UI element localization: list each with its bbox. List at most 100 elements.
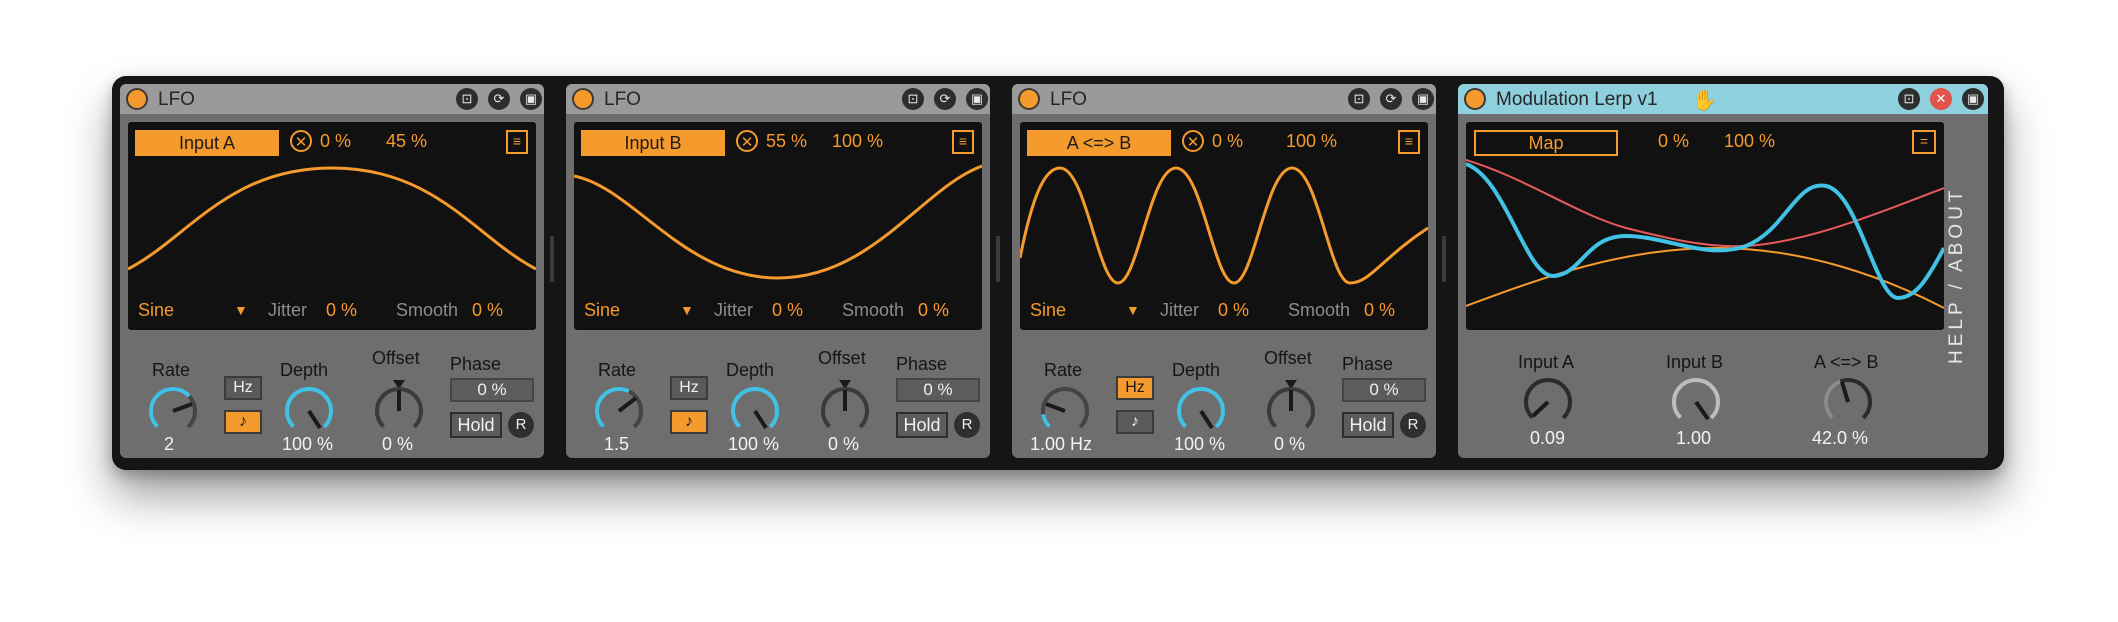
hotswap-icon[interactable]: ⟳ bbox=[934, 88, 956, 110]
jitter-label: Jitter bbox=[268, 300, 308, 320]
sync-note-button[interactable]: ♪ bbox=[670, 410, 708, 434]
hotswap-icon[interactable]: ⟳ bbox=[488, 88, 510, 110]
input-a-knob[interactable] bbox=[1520, 374, 1576, 430]
device-titlebar[interactable]: LFO ⊡ ⟳ ▣ bbox=[566, 84, 990, 114]
device-titlebar[interactable]: Modulation Lerp v1 ✋ ⊡ ✕ ▣ bbox=[1458, 84, 1988, 114]
lfo-display: Input A ✕ 0 % 45 % ≡ Sine ▼ Jitter 0 % S… bbox=[128, 122, 536, 330]
save-icon[interactable]: ▣ bbox=[520, 88, 542, 110]
depth-knob[interactable] bbox=[728, 384, 782, 438]
range-max[interactable]: 100 % bbox=[1724, 131, 1775, 152]
depth-knob[interactable] bbox=[282, 384, 336, 438]
power-button[interactable] bbox=[1464, 88, 1486, 110]
hold-button[interactable]: Hold bbox=[1342, 412, 1394, 438]
unmap-x-icon[interactable]: ✕ bbox=[736, 130, 758, 152]
offset-label: Offset bbox=[1264, 348, 1312, 368]
depth-label: Depth bbox=[280, 360, 329, 380]
device-divider[interactable] bbox=[996, 236, 1000, 282]
phase-field[interactable]: 0 % bbox=[1342, 378, 1426, 402]
offset-knob[interactable] bbox=[372, 380, 426, 436]
power-button[interactable] bbox=[126, 88, 148, 110]
retrigger-button[interactable]: R bbox=[1400, 412, 1426, 438]
power-button[interactable] bbox=[1018, 88, 1040, 110]
hold-button[interactable]: Hold bbox=[450, 412, 502, 438]
phase-field[interactable]: 0 % bbox=[896, 378, 980, 402]
map-icon[interactable]: ⊡ bbox=[1348, 88, 1370, 110]
retrigger-button[interactable]: R bbox=[508, 412, 534, 438]
sync-note-button[interactable]: ♪ bbox=[224, 410, 262, 434]
map-icon[interactable]: ⊡ bbox=[456, 88, 478, 110]
hz-button[interactable]: Hz bbox=[1116, 376, 1154, 400]
modulation-lerp-device: Modulation Lerp v1 ✋ ⊡ ✕ ▣ Map 0 % 100 %… bbox=[1458, 84, 1988, 458]
rate-knob[interactable] bbox=[146, 384, 200, 438]
rate-knob[interactable] bbox=[1038, 384, 1092, 438]
sync-note-button[interactable]: ♪ bbox=[1116, 410, 1154, 434]
map-target-button[interactable]: A <=> B bbox=[1027, 130, 1171, 156]
range-min[interactable]: 0 % bbox=[320, 131, 351, 152]
menu-icon[interactable]: ≡ bbox=[1398, 130, 1420, 154]
device-titlebar[interactable]: LFO ⊡ ⟳ ▣ bbox=[1012, 84, 1436, 114]
save-icon[interactable]: ▣ bbox=[1962, 88, 1984, 110]
depth-knob[interactable] bbox=[1174, 384, 1228, 438]
map-button[interactable]: Map bbox=[1474, 130, 1618, 156]
retrigger-button[interactable]: R bbox=[954, 412, 980, 438]
jitter-value[interactable]: 0 % bbox=[772, 300, 803, 321]
dropdown-triangle-icon[interactable]: ▼ bbox=[234, 302, 248, 318]
waveform-select[interactable]: Sine bbox=[584, 300, 620, 321]
smooth-value[interactable]: 0 % bbox=[1364, 300, 1395, 321]
help-about-button[interactable]: HELP / ABOUT bbox=[1946, 160, 1976, 390]
menu-icon[interactable]: ≡ bbox=[952, 130, 974, 154]
unmap-x-icon[interactable]: ✕ bbox=[290, 130, 312, 152]
hold-button[interactable]: Hold bbox=[896, 412, 948, 438]
waveform-select[interactable]: Sine bbox=[1030, 300, 1066, 321]
range-max[interactable]: 100 % bbox=[1286, 131, 1337, 152]
device-title: LFO bbox=[1050, 89, 1087, 110]
menu-icon[interactable]: = bbox=[1912, 130, 1936, 154]
lfo-display: A <=> B ✕ 0 % 100 % ≡ Sine ▼ Jitter 0 % … bbox=[1020, 122, 1428, 330]
save-icon[interactable]: ▣ bbox=[1412, 88, 1434, 110]
menu-icon[interactable]: ≡ bbox=[506, 130, 528, 154]
map-icon[interactable]: ⊡ bbox=[902, 88, 924, 110]
device-divider[interactable] bbox=[550, 236, 554, 282]
rate-value: 1.00 Hz bbox=[1030, 434, 1093, 454]
lerp-display: Map 0 % 100 % = bbox=[1466, 122, 1944, 330]
input-b-knob[interactable] bbox=[1668, 374, 1724, 430]
power-button[interactable] bbox=[572, 88, 594, 110]
dropdown-triangle-icon[interactable]: ▼ bbox=[1126, 302, 1140, 318]
jitter-value[interactable]: 0 % bbox=[1218, 300, 1249, 321]
offset-knob[interactable] bbox=[1264, 380, 1318, 436]
range-max[interactable]: 100 % bbox=[832, 131, 883, 152]
lfo-device-3: LFO ⊡ ⟳ ▣ A <=> B ✕ 0 % 100 % ≡ Sine ▼ J… bbox=[1012, 84, 1436, 458]
hz-button[interactable]: Hz bbox=[224, 376, 262, 400]
offset-knob[interactable] bbox=[818, 380, 872, 436]
lerp-plot bbox=[1466, 159, 1944, 309]
blend-knob[interactable] bbox=[1820, 374, 1876, 430]
depth-value: 100 % bbox=[1174, 434, 1226, 454]
map-target-button[interactable]: Input A bbox=[135, 130, 279, 156]
unmap-x-icon[interactable]: ✕ bbox=[1182, 130, 1204, 152]
smooth-value[interactable]: 0 % bbox=[918, 300, 949, 321]
input-b-value: 1.00 bbox=[1676, 428, 1712, 448]
range-min[interactable]: 0 % bbox=[1212, 131, 1243, 152]
range-min[interactable]: 0 % bbox=[1658, 131, 1689, 152]
close-icon[interactable]: ✕ bbox=[1930, 88, 1952, 110]
rate-knob[interactable] bbox=[592, 384, 646, 438]
smooth-label: Smooth bbox=[842, 300, 905, 320]
map-target-button[interactable]: Input B bbox=[581, 130, 725, 156]
device-divider[interactable] bbox=[1442, 236, 1446, 282]
offset-value: 0 % bbox=[1274, 434, 1306, 454]
waveform-select[interactable]: Sine bbox=[138, 300, 174, 321]
waveform-plot bbox=[128, 166, 536, 271]
depth-value: 100 % bbox=[728, 434, 780, 454]
range-min[interactable]: 55 % bbox=[766, 131, 807, 152]
hotswap-icon[interactable]: ⟳ bbox=[1380, 88, 1402, 110]
range-max[interactable]: 45 % bbox=[386, 131, 427, 152]
device-titlebar[interactable]: LFO ⊡ ⟳ ▣ bbox=[120, 84, 544, 114]
phase-field[interactable]: 0 % bbox=[450, 378, 534, 402]
dropdown-triangle-icon[interactable]: ▼ bbox=[680, 302, 694, 318]
hz-button[interactable]: Hz bbox=[670, 376, 708, 400]
smooth-value[interactable]: 0 % bbox=[472, 300, 503, 321]
jitter-value[interactable]: 0 % bbox=[326, 300, 357, 321]
input-a-label: Input A bbox=[1518, 352, 1575, 372]
save-icon[interactable]: ▣ bbox=[966, 88, 988, 110]
map-icon[interactable]: ⊡ bbox=[1898, 88, 1920, 110]
